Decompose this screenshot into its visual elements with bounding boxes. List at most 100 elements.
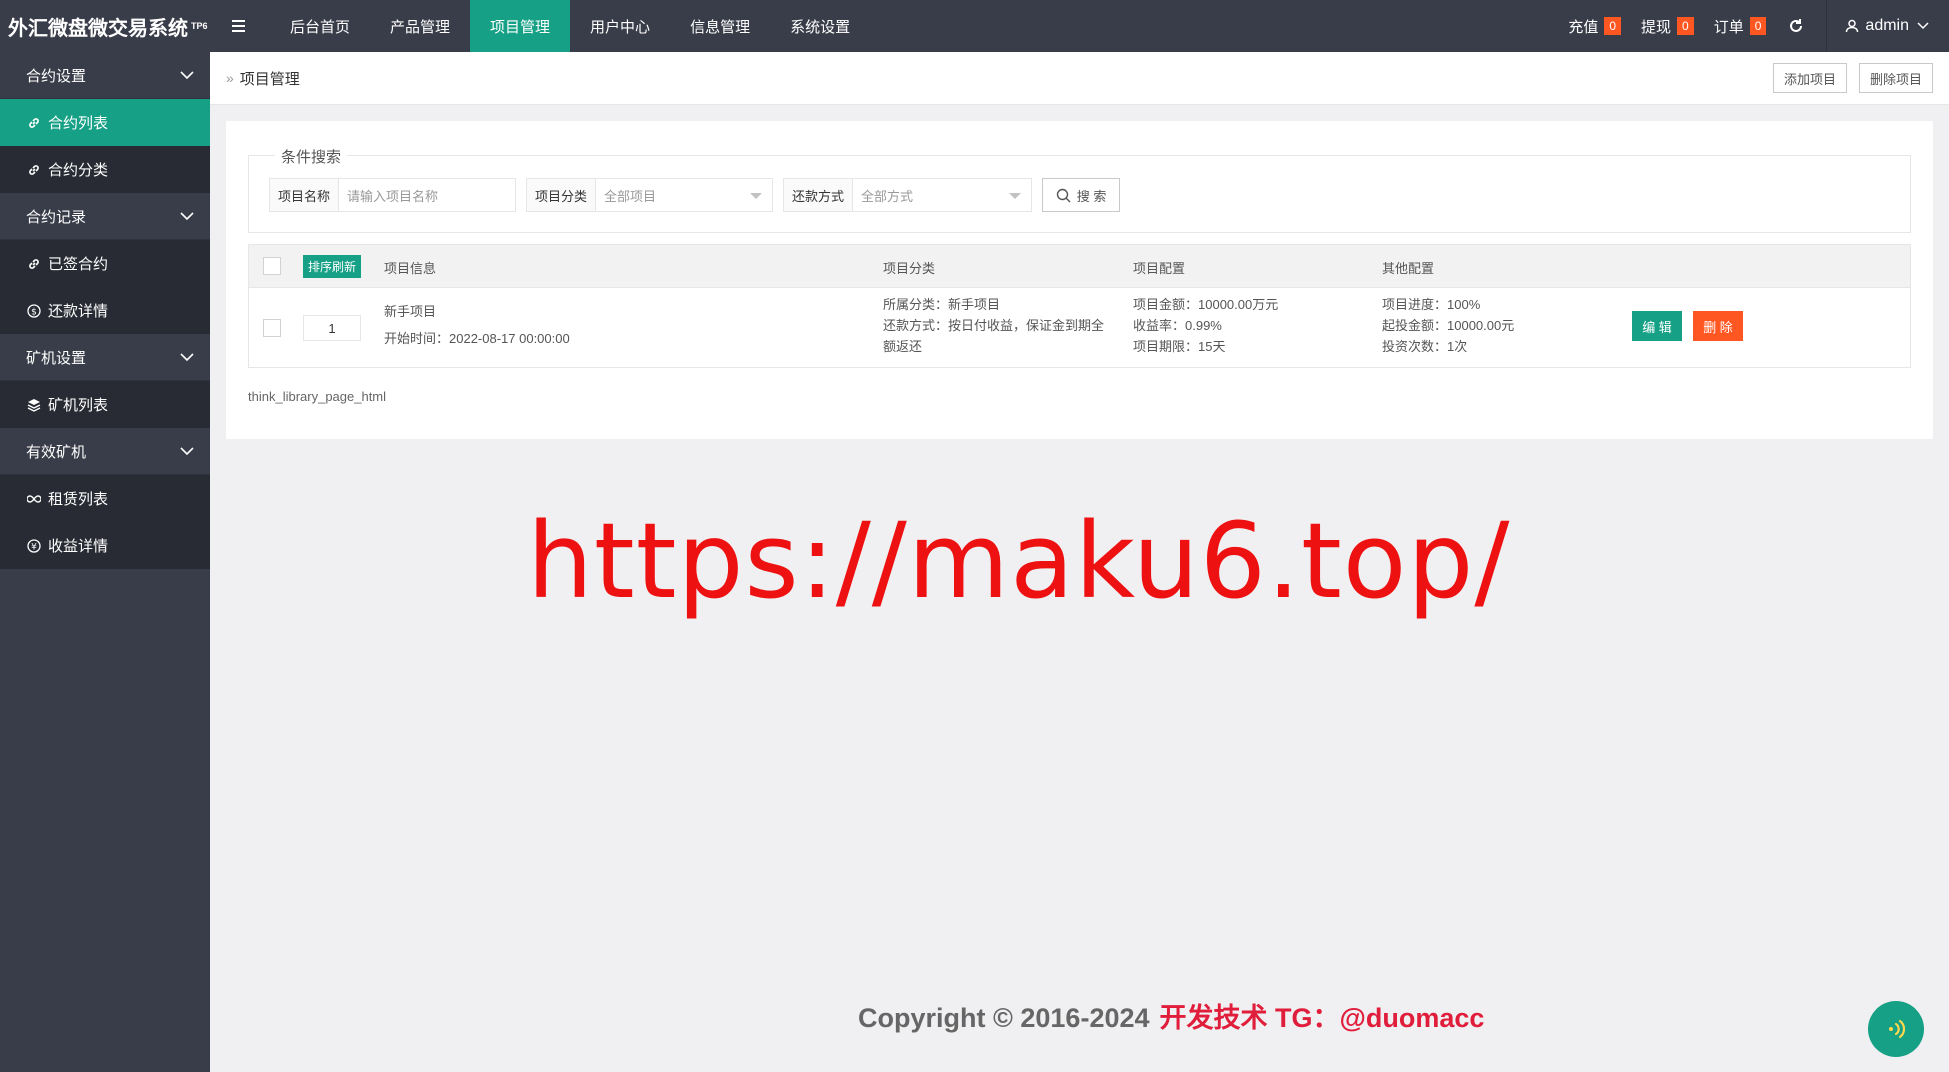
cell-project-config: 项目金额：10000.00万元 收益率：0.99% 项目期限：15天 — [1133, 294, 1278, 357]
nav-projects[interactable]: 项目管理 — [470, 0, 571, 52]
content-card: 条件搜索 项目名称 请输入项目名称 项目分类 全部项目 还款方式 全部方式 搜 … — [226, 121, 1933, 439]
project-category-label: 项目分类 — [527, 179, 597, 211]
config-line: 收益率：0.99% — [1133, 318, 1222, 333]
sidebar-item-rental-list[interactable]: 租赁列表 — [0, 475, 210, 522]
top-right: 充值 0 提现 0 订单 0 admin — [1548, 0, 1949, 52]
search-button[interactable]: 搜 索 — [1042, 178, 1121, 212]
table-row: 1 新手项目 开始时间：2022-08-17 00:00:00 所属分类：新手项… — [249, 288, 1910, 368]
project-name-input[interactable]: 请输入项目名称 — [339, 179, 515, 211]
sidebar-group-label: 合约设置 — [26, 67, 87, 85]
sidebar-item-contract-category[interactable]: 合约分类 — [0, 146, 210, 193]
search-row: 项目名称 请输入项目名称 项目分类 全部项目 还款方式 全部方式 搜 索 — [269, 178, 1121, 212]
page-title: 项目管理 — [239, 70, 300, 88]
sidebar-item-earnings-details[interactable]: ¥ 收益详情 — [0, 522, 210, 569]
sidebar-item-label: 合约分类 — [48, 162, 109, 179]
cell-project-category: 所属分类：新手项目 还款方式：按日付收益，保证金到期全 额返还 — [883, 294, 1104, 357]
user-name: admin — [1865, 17, 1909, 34]
app-brand[interactable]: 外汇微盘微交易系统 TP6 — [0, 0, 210, 52]
search-button-label: 搜 索 — [1076, 188, 1107, 204]
nav-users[interactable]: 用户中心 — [570, 0, 670, 52]
order-link[interactable]: 订单 0 — [1714, 16, 1767, 37]
add-project-button[interactable]: 添加项目 — [1772, 63, 1847, 93]
select-all-checkbox[interactable] — [263, 257, 281, 275]
col-other-config: 其他配置 — [1382, 261, 1435, 276]
dollar-icon: $ — [26, 303, 42, 319]
project-name: 新手项目 — [384, 304, 437, 319]
category-line: 额返还 — [883, 339, 923, 354]
sort-refresh-button[interactable]: 排序刷新 — [303, 255, 362, 278]
user-menu[interactable]: admin — [1845, 17, 1935, 35]
sidebar-group-label: 有效矿机 — [26, 443, 87, 461]
search-fieldset: 条件搜索 项目名称 请输入项目名称 项目分类 全部项目 还款方式 全部方式 搜 … — [248, 146, 1911, 233]
delete-project-button[interactable]: 删除项目 — [1858, 63, 1933, 93]
sidebar-item-signed-contracts[interactable]: 已签合约 — [0, 240, 210, 287]
link-icon — [26, 256, 42, 272]
sidebar-item-contract-list[interactable]: 合约列表 — [0, 99, 210, 146]
copyright-text: Copyright © 2016-2024 — [858, 1003, 1150, 1033]
nav-home[interactable]: 后台首页 — [270, 0, 370, 52]
chevron-down-icon — [180, 211, 194, 220]
col-project-category: 项目分类 — [883, 261, 936, 276]
nav-settings[interactable]: 系统设置 — [770, 0, 870, 52]
sidebar-item-label: 还款详情 — [48, 303, 109, 320]
row-checkbox[interactable] — [263, 319, 281, 337]
sidebar-group-miner-settings[interactable]: 矿机设置 — [0, 334, 210, 381]
nav-products[interactable]: 产品管理 — [370, 0, 470, 52]
recharge-label: 充值 — [1568, 18, 1599, 36]
project-start-time: 开始时间：2022-08-17 00:00:00 — [384, 331, 570, 346]
user-icon — [1846, 19, 1859, 33]
project-category-field: 项目分类 全部项目 — [526, 178, 774, 212]
sort-input[interactable]: 1 — [303, 315, 361, 341]
svg-text:¥: ¥ — [31, 542, 37, 552]
sidebar-group-label: 合约记录 — [26, 208, 87, 226]
recharge-link[interactable]: 充值 0 — [1568, 16, 1622, 37]
watermark-url: https://maku6.top/ — [527, 500, 1511, 622]
sound-wave-icon — [1889, 1019, 1906, 1039]
top-bar: 外汇微盘微交易系统 TP6 后台首页 产品管理 项目管理 用户中心 信息管理 系统… — [0, 0, 1949, 52]
repay-method-select[interactable]: 全部方式 — [853, 179, 1031, 211]
content-header: » 项目管理 添加项目 删除项目 — [210, 52, 1949, 105]
floating-assistant-button[interactable] — [1868, 1001, 1924, 1057]
refresh-icon[interactable] — [1788, 18, 1804, 34]
chevron-down-icon — [180, 446, 194, 455]
edit-button[interactable]: 编 辑 — [1632, 311, 1682, 341]
yen-icon: ¥ — [26, 538, 42, 554]
link-icon — [26, 115, 42, 131]
sidebar-group-active-miners[interactable]: 有效矿机 — [0, 428, 210, 475]
withdraw-link[interactable]: 提现 0 — [1641, 16, 1694, 37]
app-version: TP6 — [191, 21, 208, 31]
search-legend: 条件搜索 — [275, 146, 348, 167]
menu-toggle-icon[interactable] — [210, 0, 270, 52]
other-line: 投资次数：1次 — [1382, 339, 1468, 354]
top-divider — [1826, 0, 1828, 52]
chevron-down-icon — [1917, 22, 1929, 30]
project-category-select[interactable]: 全部项目 — [596, 179, 772, 211]
sidebar-item-miner-list[interactable]: 矿机列表 — [0, 381, 210, 428]
sidebar-item-repay-details[interactable]: $ 还款详情 — [0, 287, 210, 334]
recharge-badge: 0 — [1604, 17, 1622, 35]
cell-project-info: 新手项目 开始时间：2022-08-17 00:00:00 — [384, 301, 570, 349]
pagination: think_library_page_html — [248, 389, 387, 404]
header-actions: 添加项目 删除项目 — [1761, 63, 1949, 93]
delete-button[interactable]: 删 除 — [1693, 311, 1743, 341]
top-nav: 后台首页 产品管理 项目管理 用户中心 信息管理 系统设置 — [270, 0, 870, 52]
repay-method-field: 还款方式 全部方式 — [783, 178, 1033, 212]
sidebar: 合约设置 合约列表 合约分类 合约记录 已签合约 $ 还款详情 矿机设置 矿机列… — [0, 52, 210, 1072]
other-line: 项目进度：100% — [1382, 297, 1481, 312]
sidebar-group-contract-records[interactable]: 合约记录 — [0, 193, 210, 240]
double-chevron-right-icon: » — [226, 70, 234, 86]
chevron-down-icon — [180, 70, 194, 79]
project-name-label: 项目名称 — [270, 179, 340, 211]
table-header: 排序刷新 项目信息 项目分类 项目配置 其他配置 — [249, 245, 1910, 288]
app-title: 外汇微盘微交易系统 — [8, 17, 188, 40]
chevron-down-icon — [180, 352, 194, 361]
nav-info[interactable]: 信息管理 — [670, 0, 770, 52]
config-line: 项目期限：15天 — [1133, 339, 1226, 354]
sidebar-group-contract-settings[interactable]: 合约设置 — [0, 52, 210, 99]
sidebar-item-label: 合约列表 — [48, 115, 109, 132]
developer-contact: 开发技术 TG：@duomacc — [1159, 1003, 1485, 1033]
sidebar-item-label: 矿机列表 — [48, 397, 109, 414]
order-label: 订单 — [1713, 18, 1744, 36]
category-line: 所属分类：新手项目 — [883, 297, 1001, 312]
svg-text:$: $ — [31, 307, 37, 317]
